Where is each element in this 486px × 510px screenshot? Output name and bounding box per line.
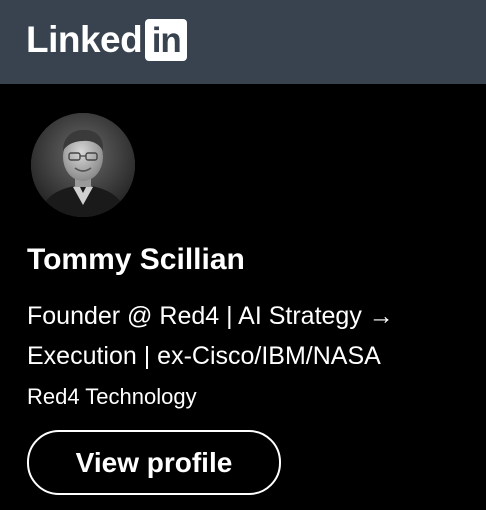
profile-headline: Founder @ Red4 | AI Strategy → Execution… <box>27 302 394 370</box>
view-profile-button[interactable]: View profile <box>27 430 281 495</box>
linkedin-logo-wordmark: Linked <box>26 19 143 60</box>
linkedin-logo-badge: in <box>145 19 188 61</box>
profile-photo-icon <box>31 113 135 217</box>
profile-name: Tommy Scillian <box>27 243 245 276</box>
profile-company: Red4 Technology <box>27 384 197 409</box>
linkedin-logo[interactable]: Linked in <box>26 19 188 61</box>
profile-card: Tommy Scillian Founder @ Red4 | AI Strat… <box>0 84 486 510</box>
avatar[interactable] <box>31 113 135 217</box>
linkedin-header: Linked in <box>0 0 486 84</box>
